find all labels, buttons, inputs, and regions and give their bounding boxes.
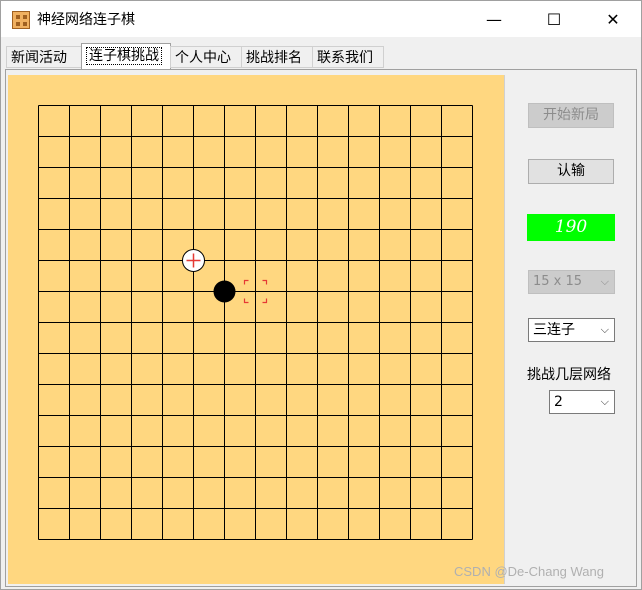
chevron-down-icon: ⌵: [600, 323, 609, 336]
black-stone: [213, 280, 236, 303]
tab-news-label: 新闻活动: [11, 50, 67, 66]
status-display: 190: [527, 214, 615, 241]
tab-challenge-label: 连子棋挑战: [86, 47, 162, 65]
win-length-select[interactable]: 三连子 ⌵: [528, 318, 615, 342]
tab-ranking[interactable]: 挑战排名: [241, 46, 313, 68]
tab-contact[interactable]: 联系我们: [312, 46, 384, 68]
maximize-icon: ☐: [546, 9, 562, 29]
resign-button[interactable]: 认输: [528, 159, 614, 184]
close-button[interactable]: ✕: [590, 1, 636, 37]
title-bar: 神经网络连子棋 — ☐ ✕: [1, 1, 641, 37]
chevron-down-icon: ⌵: [600, 275, 609, 288]
tab-ranking-label: 挑战排名: [246, 50, 302, 66]
watermark: CSDN @De-Chang Wang: [454, 564, 604, 579]
network-layers-select[interactable]: 2 ⌵: [549, 390, 615, 414]
tab-challenge[interactable]: 连子棋挑战: [81, 43, 171, 69]
grid-board-icon: [12, 11, 30, 29]
tab-contact-label: 联系我们: [317, 50, 373, 66]
game-board[interactable]: [8, 75, 504, 584]
maximize-button[interactable]: ☐: [531, 1, 577, 37]
tab-news[interactable]: 新闻活动: [6, 46, 82, 68]
app-window: 神经网络连子棋 — ☐ ✕ 新闻活动 连子棋挑战 个人中心 挑战排名 联系我们 …: [0, 0, 642, 590]
tab-profile-label: 个人中心: [175, 50, 231, 66]
new-game-button[interactable]: 开始新局: [528, 103, 614, 128]
board-size-value: 15 x 15: [533, 274, 583, 289]
window-title: 神经网络连子棋: [37, 12, 135, 28]
win-length-value: 三连子: [533, 322, 575, 338]
board-size-select[interactable]: 15 x 15 ⌵: [528, 270, 615, 294]
tab-profile[interactable]: 个人中心: [170, 46, 242, 68]
minimize-icon: —: [486, 9, 502, 29]
minimize-button[interactable]: —: [471, 1, 517, 37]
close-icon: ✕: [606, 9, 620, 29]
game-board-panel[interactable]: [8, 75, 505, 584]
chevron-down-icon: ⌵: [600, 395, 609, 408]
network-layers-label: 挑战几层网络: [527, 367, 611, 383]
network-layers-value: 2: [554, 394, 563, 410]
